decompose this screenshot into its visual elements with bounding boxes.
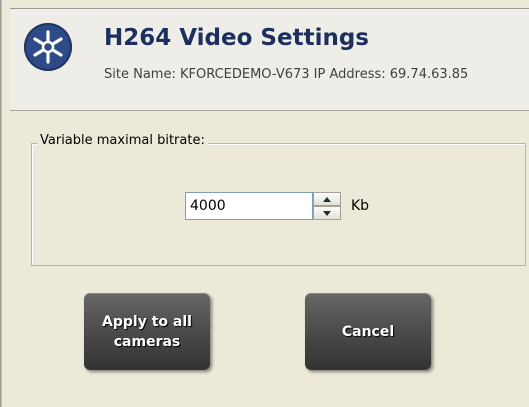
stepper-down-button[interactable] <box>313 206 341 220</box>
bitrate-group-label: Variable maximal bitrate: <box>37 133 208 148</box>
page-title: H264 Video Settings <box>104 25 369 51</box>
bitrate-unit-label: Kb <box>351 198 370 214</box>
settings-header: H264 Video Settings Site Name: KFORCEDEM… <box>10 8 529 111</box>
stepper-up-button[interactable] <box>313 192 341 206</box>
cancel-button[interactable]: Cancel <box>305 293 431 370</box>
bitrate-stepper <box>313 192 341 220</box>
apply-button-label: Apply to all cameras <box>102 313 192 350</box>
site-info-text: Site Name: KFORCEDEMO-V673 IP Address: 6… <box>104 67 469 82</box>
network-star-icon <box>24 23 72 71</box>
h264-settings-window: H264 Video Settings Site Name: KFORCEDEM… <box>0 0 529 407</box>
bitrate-input[interactable] <box>185 192 313 220</box>
arrow-up-icon <box>323 196 331 202</box>
apply-to-all-cameras-button[interactable]: Apply to all cameras <box>84 293 210 370</box>
cancel-button-label: Cancel <box>341 323 395 340</box>
window-left-edge <box>0 0 10 407</box>
arrow-down-icon <box>323 210 331 216</box>
